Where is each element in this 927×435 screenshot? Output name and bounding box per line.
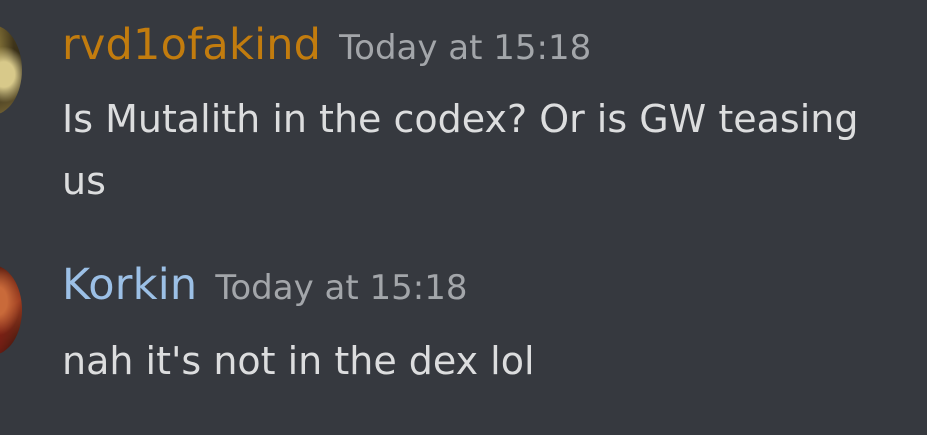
timestamp: Today at 15:18 <box>215 268 468 308</box>
message-header: rvd1ofakind Today at 15:18 <box>62 20 591 70</box>
username[interactable]: rvd1ofakind <box>62 20 321 70</box>
message-text: nah it's not in the dex lol <box>62 339 535 383</box>
avatar[interactable] <box>0 25 22 115</box>
username[interactable]: Korkin <box>62 260 197 310</box>
avatar[interactable] <box>0 265 22 355</box>
timestamp: Today at 15:18 <box>339 28 592 68</box>
chat-message: rvd1ofakind Today at 15:18 Is Mutalith in… <box>0 0 927 230</box>
message-text: Is Mutalith in the codex? Or is GW teasi… <box>62 97 859 203</box>
chat-message: Korkin Today at 15:18 nah it's not in the… <box>0 240 927 435</box>
chat-message-list: rvd1ofakind Today at 15:18 Is Mutalith in… <box>0 0 927 435</box>
message-header: Korkin Today at 15:18 <box>62 260 467 310</box>
